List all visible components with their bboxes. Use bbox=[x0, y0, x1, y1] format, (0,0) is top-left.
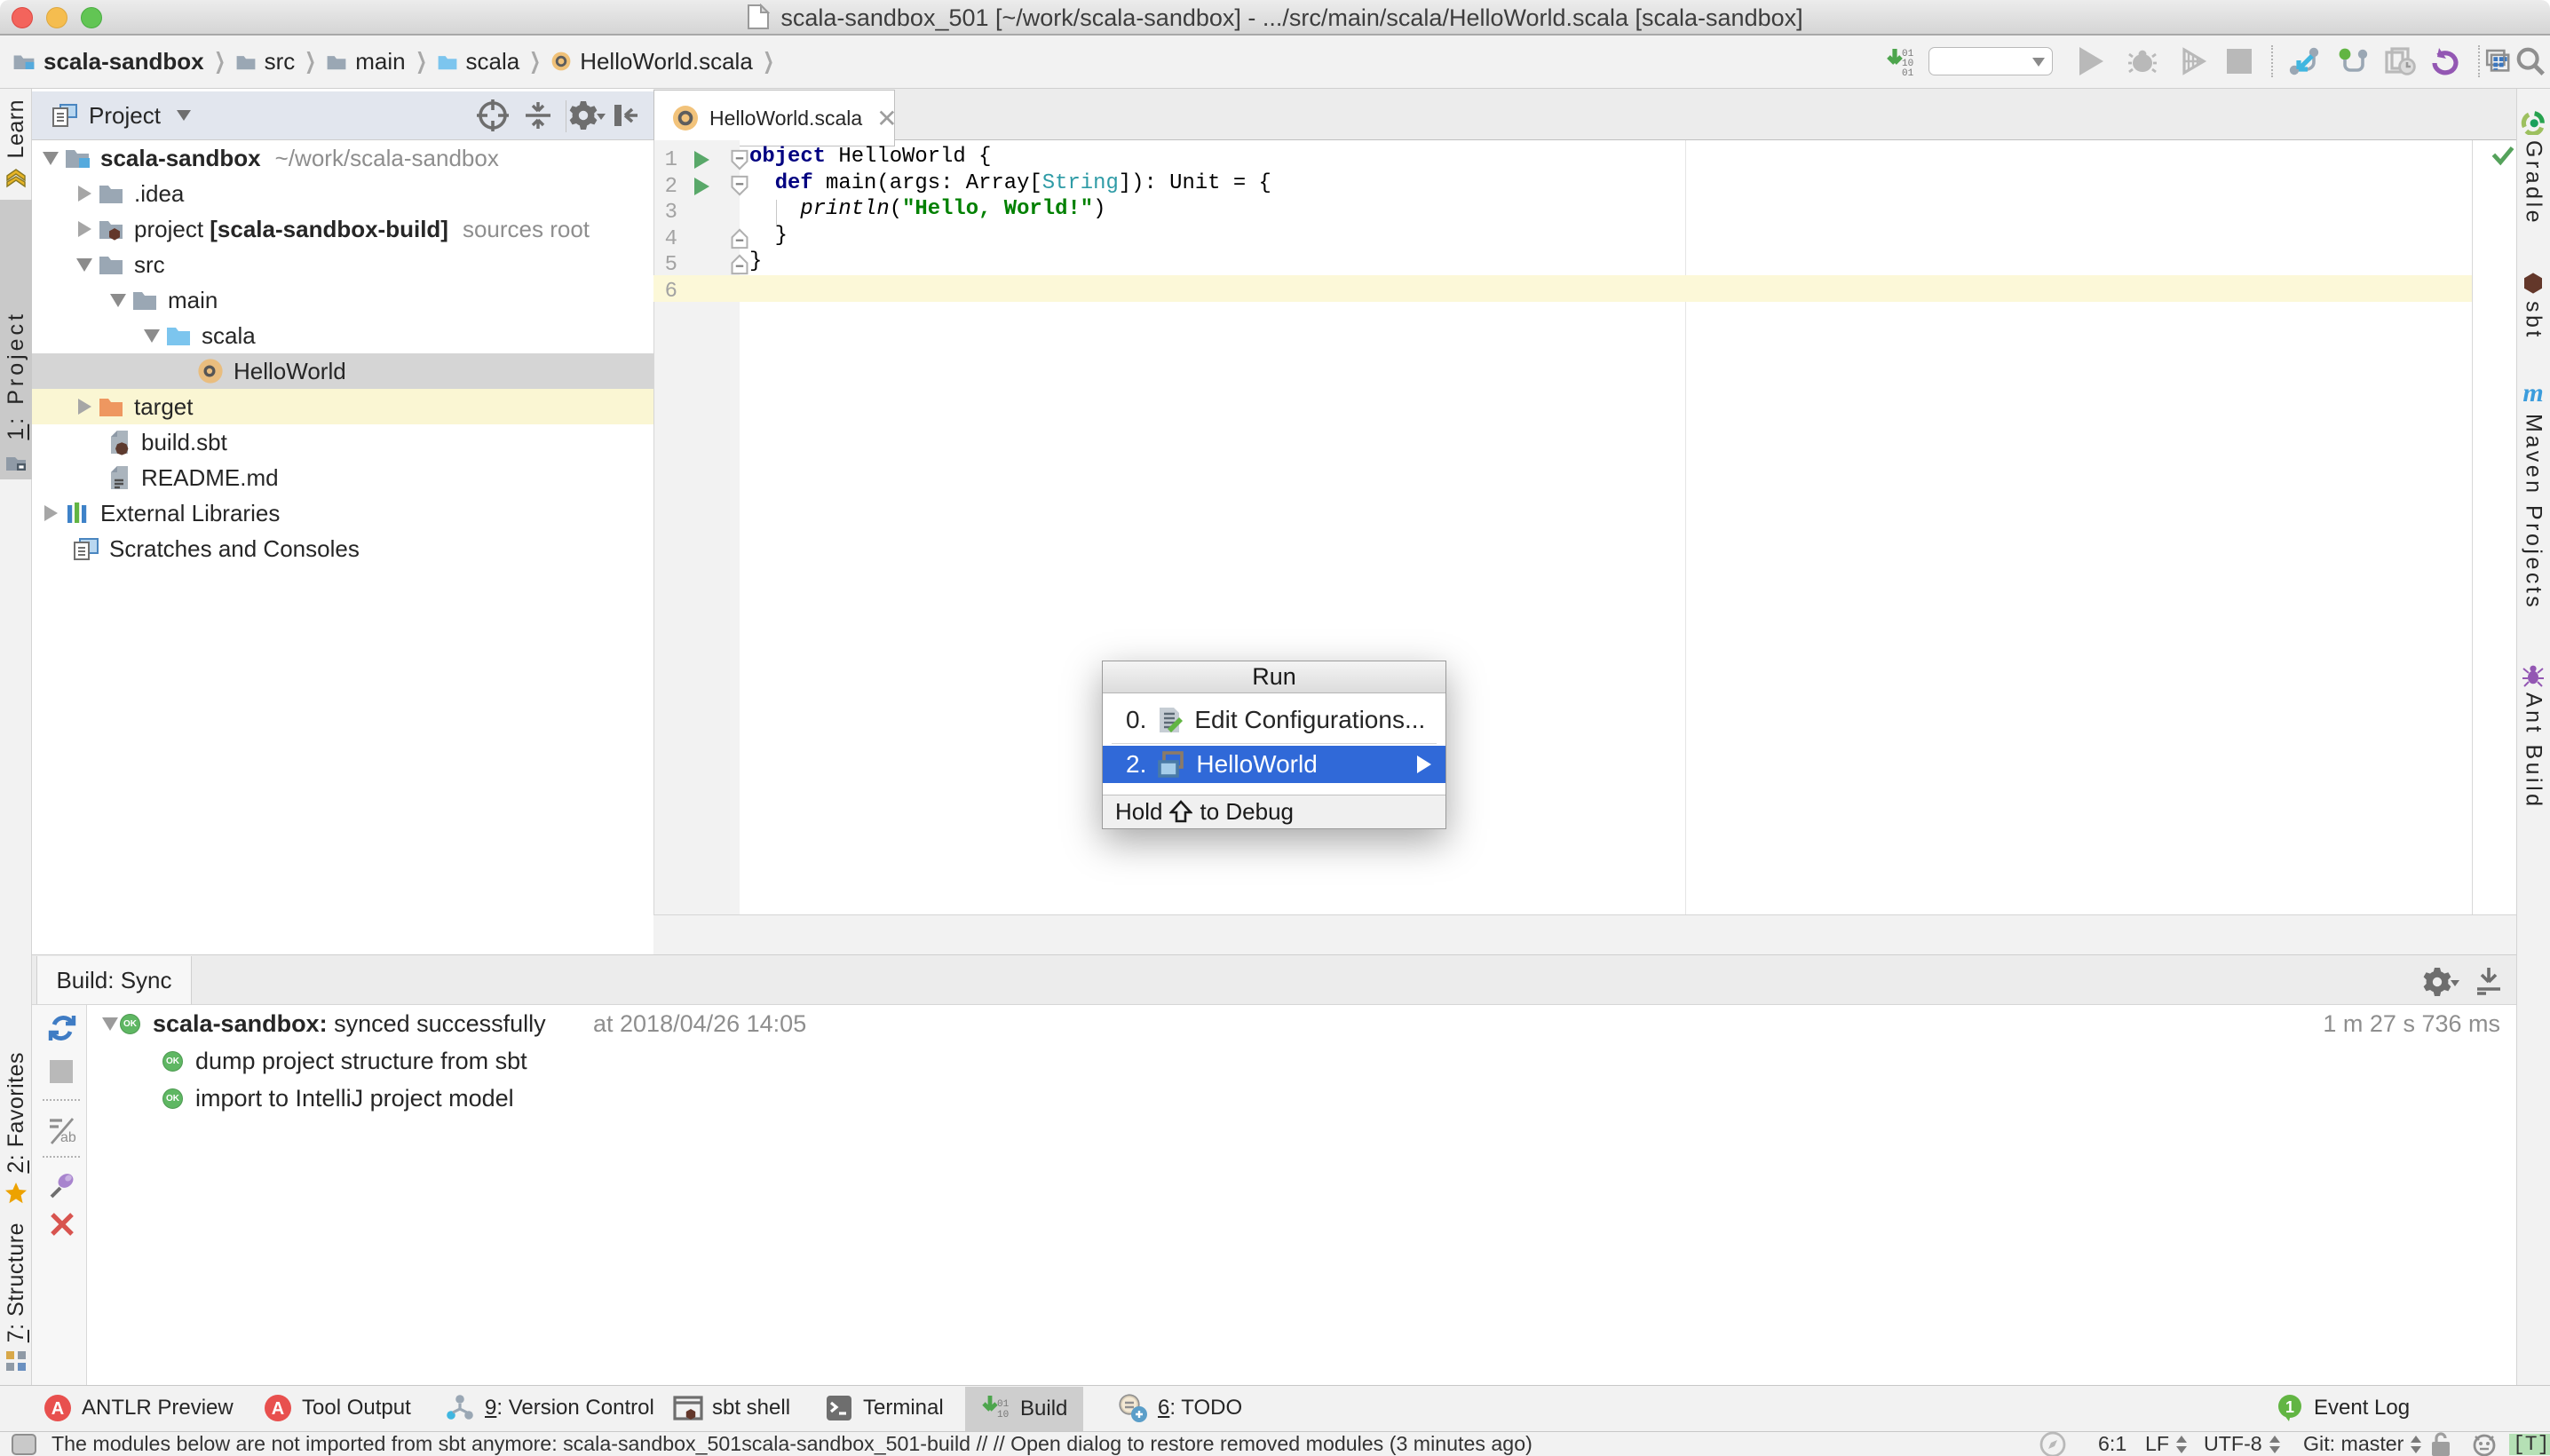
svg-text:A: A bbox=[51, 1399, 64, 1419]
svg-text:10: 10 bbox=[997, 1410, 1009, 1420]
svg-text:A: A bbox=[272, 1399, 284, 1419]
svg-text:1: 1 bbox=[2285, 1398, 2294, 1416]
svg-text:ab: ab bbox=[60, 1130, 76, 1145]
svg-text:01: 01 bbox=[1902, 68, 1914, 79]
svg-text:01: 01 bbox=[997, 1399, 1010, 1410]
